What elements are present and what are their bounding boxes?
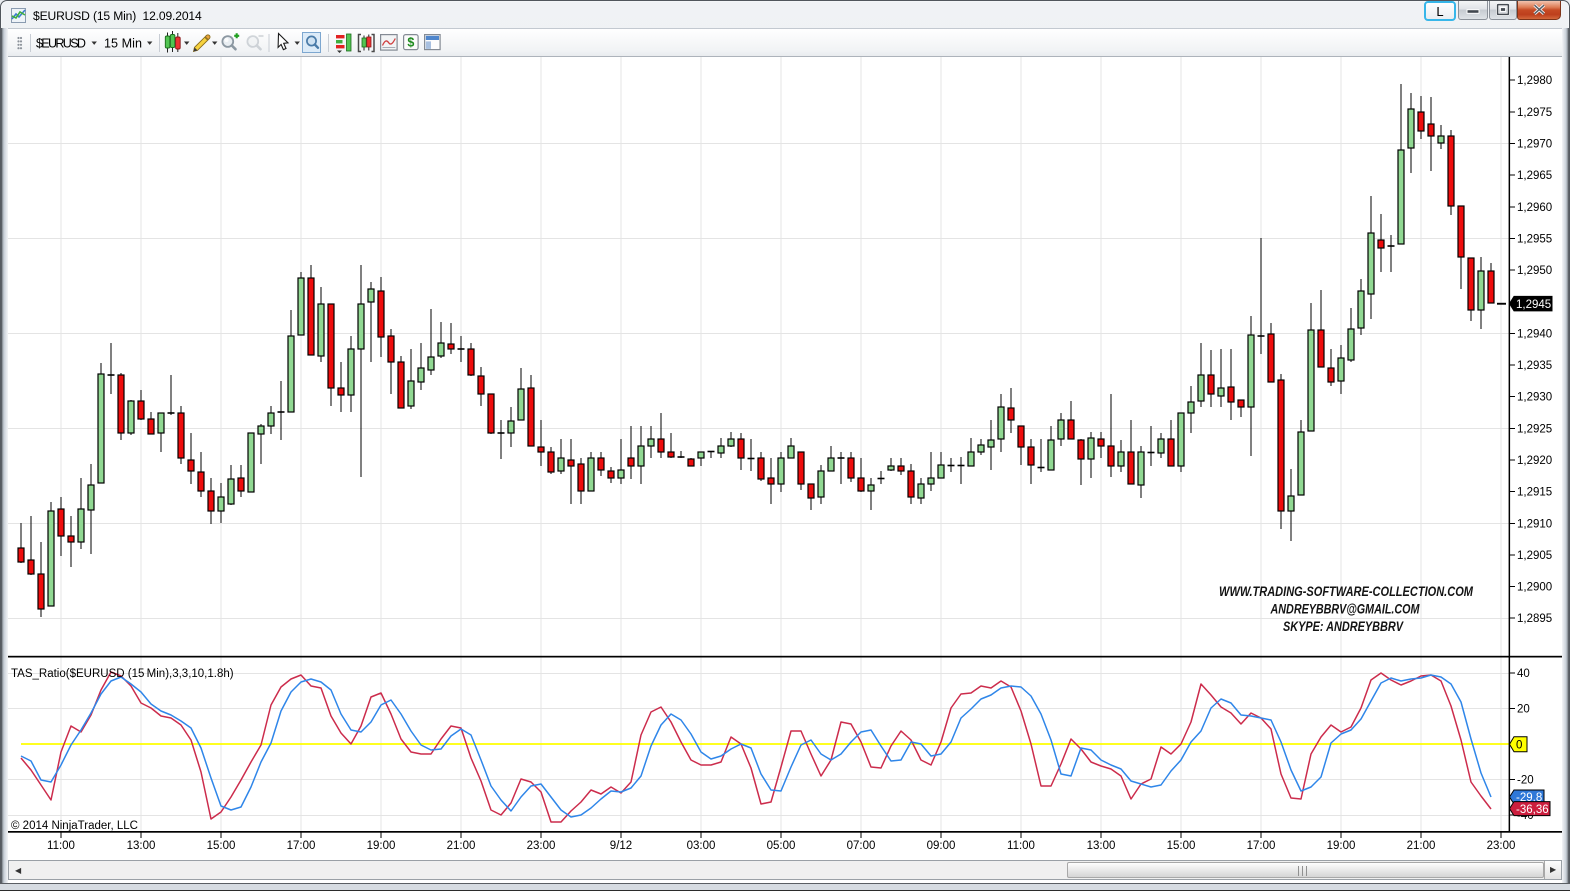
svg-text:9/12: 9/12 bbox=[610, 840, 632, 852]
svg-text:09:00: 09:00 bbox=[927, 840, 956, 852]
svg-text:1,2955: 1,2955 bbox=[1517, 233, 1552, 245]
svg-text:17:00: 17:00 bbox=[287, 840, 316, 852]
svg-text:19:00: 19:00 bbox=[367, 840, 396, 852]
svg-text:-36,36: -36,36 bbox=[1516, 804, 1549, 816]
svg-text:15 Min: 15 Min bbox=[104, 37, 142, 51]
svg-text:1,2905: 1,2905 bbox=[1517, 550, 1552, 562]
svg-text:1,2960: 1,2960 bbox=[1517, 202, 1552, 214]
svg-text:20: 20 bbox=[1517, 704, 1530, 716]
svg-text:1,2980: 1,2980 bbox=[1517, 75, 1552, 87]
svg-text:SKYPE: ANDREYBBRV: SKYPE: ANDREYBBRV bbox=[1283, 619, 1404, 635]
svg-text:1,2900: 1,2900 bbox=[1517, 582, 1552, 594]
svg-text:15:00: 15:00 bbox=[1167, 840, 1196, 852]
svg-text:1,2950: 1,2950 bbox=[1517, 265, 1552, 277]
svg-text:1,2925: 1,2925 bbox=[1517, 423, 1552, 435]
svg-text:-20: -20 bbox=[1517, 775, 1534, 787]
svg-text:23:00: 23:00 bbox=[527, 840, 556, 852]
svg-text:1,2910: 1,2910 bbox=[1517, 518, 1552, 530]
svg-text:$EURUSD: $EURUSD bbox=[36, 37, 86, 51]
svg-text:ANDREYBBRV@GMAIL.COM: ANDREYBBRV@GMAIL.COM bbox=[1270, 601, 1420, 617]
svg-text:19:00: 19:00 bbox=[1327, 840, 1356, 852]
svg-text:1,2895: 1,2895 bbox=[1517, 613, 1552, 625]
svg-text:07:00: 07:00 bbox=[847, 840, 876, 852]
svg-text:21:00: 21:00 bbox=[1407, 840, 1436, 852]
svg-text:40: 40 bbox=[1517, 668, 1530, 680]
svg-text:15:00: 15:00 bbox=[207, 840, 236, 852]
svg-text:17:00: 17:00 bbox=[1247, 840, 1276, 852]
svg-text:TAS_Ratio($EURUSD (15 Min),3,3: TAS_Ratio($EURUSD (15 Min),3,3,10,1.8h) bbox=[11, 668, 234, 680]
svg-text:21:00: 21:00 bbox=[447, 840, 476, 852]
svg-text:© 2014 NinjaTrader, LLC: © 2014 NinjaTrader, LLC bbox=[11, 820, 138, 832]
svg-text:13:00: 13:00 bbox=[1087, 840, 1116, 852]
svg-text:WWW.TRADING-SOFTWARE-COLLECTIO: WWW.TRADING-SOFTWARE-COLLECTION.COM bbox=[1219, 584, 1473, 600]
svg-text:1,2965: 1,2965 bbox=[1517, 170, 1552, 182]
svg-text:05:00: 05:00 bbox=[767, 840, 796, 852]
svg-text:1,2935: 1,2935 bbox=[1517, 360, 1552, 372]
svg-text:0: 0 bbox=[1516, 739, 1522, 751]
svg-text:11:00: 11:00 bbox=[1007, 840, 1035, 852]
svg-text:11:00: 11:00 bbox=[47, 840, 75, 852]
svg-text:23:00: 23:00 bbox=[1487, 840, 1516, 852]
svg-text:1,2940: 1,2940 bbox=[1517, 328, 1552, 340]
svg-text:1,2970: 1,2970 bbox=[1517, 139, 1552, 151]
svg-text:1,2920: 1,2920 bbox=[1517, 455, 1552, 467]
svg-text:1,2930: 1,2930 bbox=[1517, 392, 1552, 404]
svg-text:03:00: 03:00 bbox=[687, 840, 716, 852]
svg-text:13:00: 13:00 bbox=[127, 840, 156, 852]
svg-text:$: $ bbox=[407, 36, 414, 50]
svg-text:1,2945: 1,2945 bbox=[1516, 299, 1551, 311]
svg-text:1,2915: 1,2915 bbox=[1517, 487, 1552, 499]
svg-text:1,2975: 1,2975 bbox=[1517, 107, 1552, 119]
